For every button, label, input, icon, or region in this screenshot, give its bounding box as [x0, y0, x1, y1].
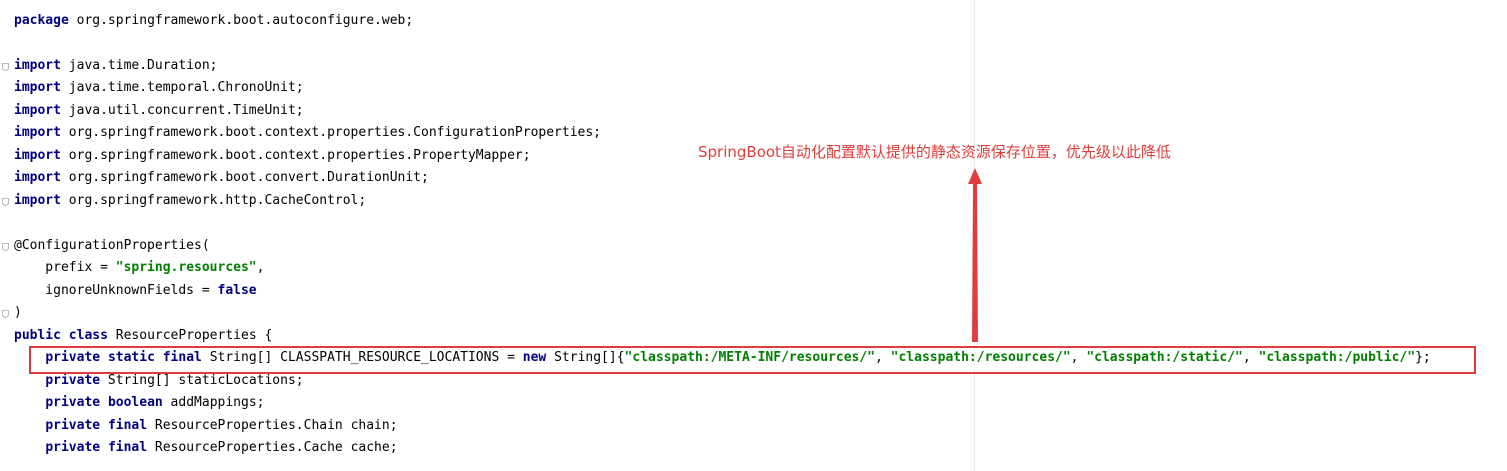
keyword: import	[14, 193, 61, 208]
annotation-open: @ConfigurationProperties(	[14, 238, 210, 253]
fold-icon[interactable]	[2, 310, 9, 318]
code-line-annotation-close: )	[14, 302, 22, 324]
field-declaration: addMappings;	[162, 395, 265, 410]
code-line-add-mappings: private boolean addMappings;	[14, 392, 264, 414]
import-path: java.time.Duration;	[60, 58, 218, 73]
fold-icon[interactable]	[2, 63, 9, 71]
package-name: org.springframework.boot.autoconfigure.w…	[68, 13, 414, 28]
import-path: org.springframework.boot.context.propert…	[60, 148, 531, 163]
arrow-up-icon	[968, 168, 982, 342]
code-line-ignore: ignoreUnknownFields = false	[14, 280, 257, 302]
field-declaration: ResourceProperties.Cache cache;	[147, 440, 398, 455]
keyword: public	[14, 328, 61, 343]
code-line-class: public class ResourceProperties {	[14, 325, 272, 347]
annotation-callout-text: SpringBoot自动化配置默认提供的静态资源保存位置，优先级以此降低	[698, 143, 1171, 161]
code-line-cache: private final ResourceProperties.Cache c…	[14, 437, 398, 459]
keyword: class	[68, 328, 108, 343]
keyword: false	[217, 283, 257, 298]
class-name: ResourceProperties {	[107, 328, 273, 343]
code-line-import: import java.time.Duration;	[14, 55, 218, 77]
import-path: org.springframework.boot.convert.Duratio…	[60, 170, 429, 185]
keyword: import	[14, 125, 61, 140]
field-declaration: String[] staticLocations;	[100, 373, 304, 388]
keyword: private	[45, 373, 101, 388]
code-line-annotation: @ConfigurationProperties(	[14, 235, 210, 257]
code-line-prefix: prefix = "spring.resources",	[14, 257, 264, 279]
keyword: boolean	[107, 395, 163, 410]
string-literal: "spring.resources"	[115, 260, 257, 275]
fold-icon[interactable]	[2, 198, 9, 206]
keyword: private	[45, 418, 101, 433]
ignore-key: ignoreUnknownFields =	[14, 283, 218, 298]
keyword: import	[14, 103, 61, 118]
code-line-import: import org.springframework.boot.context.…	[14, 122, 601, 144]
import-path: org.springframework.boot.context.propert…	[60, 125, 602, 140]
comma: ,	[256, 260, 265, 275]
code-line-import: import java.util.concurrent.TimeUnit;	[14, 100, 304, 122]
keyword: private	[45, 440, 101, 455]
import-path: org.springframework.http.CacheControl;	[60, 193, 367, 208]
code-line-import: import org.springframework.boot.context.…	[14, 145, 531, 167]
code-editor[interactable]: package org.springframework.boot.autocon…	[0, 0, 1507, 471]
keyword: import	[14, 170, 61, 185]
keyword: final	[107, 440, 148, 455]
code-line-import: import java.time.temporal.ChronoUnit;	[14, 77, 304, 99]
field-declaration: ResourceProperties.Chain chain;	[147, 418, 398, 433]
fold-icon[interactable]	[2, 243, 9, 251]
highlight-box	[29, 346, 1476, 374]
code-line-chain: private final ResourceProperties.Chain c…	[14, 415, 398, 437]
keyword: final	[107, 418, 148, 433]
keyword: import	[14, 58, 61, 73]
code-line-import: import org.springframework.boot.convert.…	[14, 167, 429, 189]
keyword: import	[14, 148, 61, 163]
keyword: private	[45, 395, 101, 410]
prefix-key: prefix =	[14, 260, 116, 275]
code-line-import: import org.springframework.http.CacheCon…	[14, 190, 366, 212]
code-line-package: package org.springframework.boot.autocon…	[14, 10, 413, 32]
import-path: java.util.concurrent.TimeUnit;	[60, 103, 304, 118]
annotation-close: )	[14, 305, 22, 320]
keyword: import	[14, 80, 61, 95]
keyword: package	[14, 13, 69, 28]
import-path: java.time.temporal.ChronoUnit;	[60, 80, 304, 95]
